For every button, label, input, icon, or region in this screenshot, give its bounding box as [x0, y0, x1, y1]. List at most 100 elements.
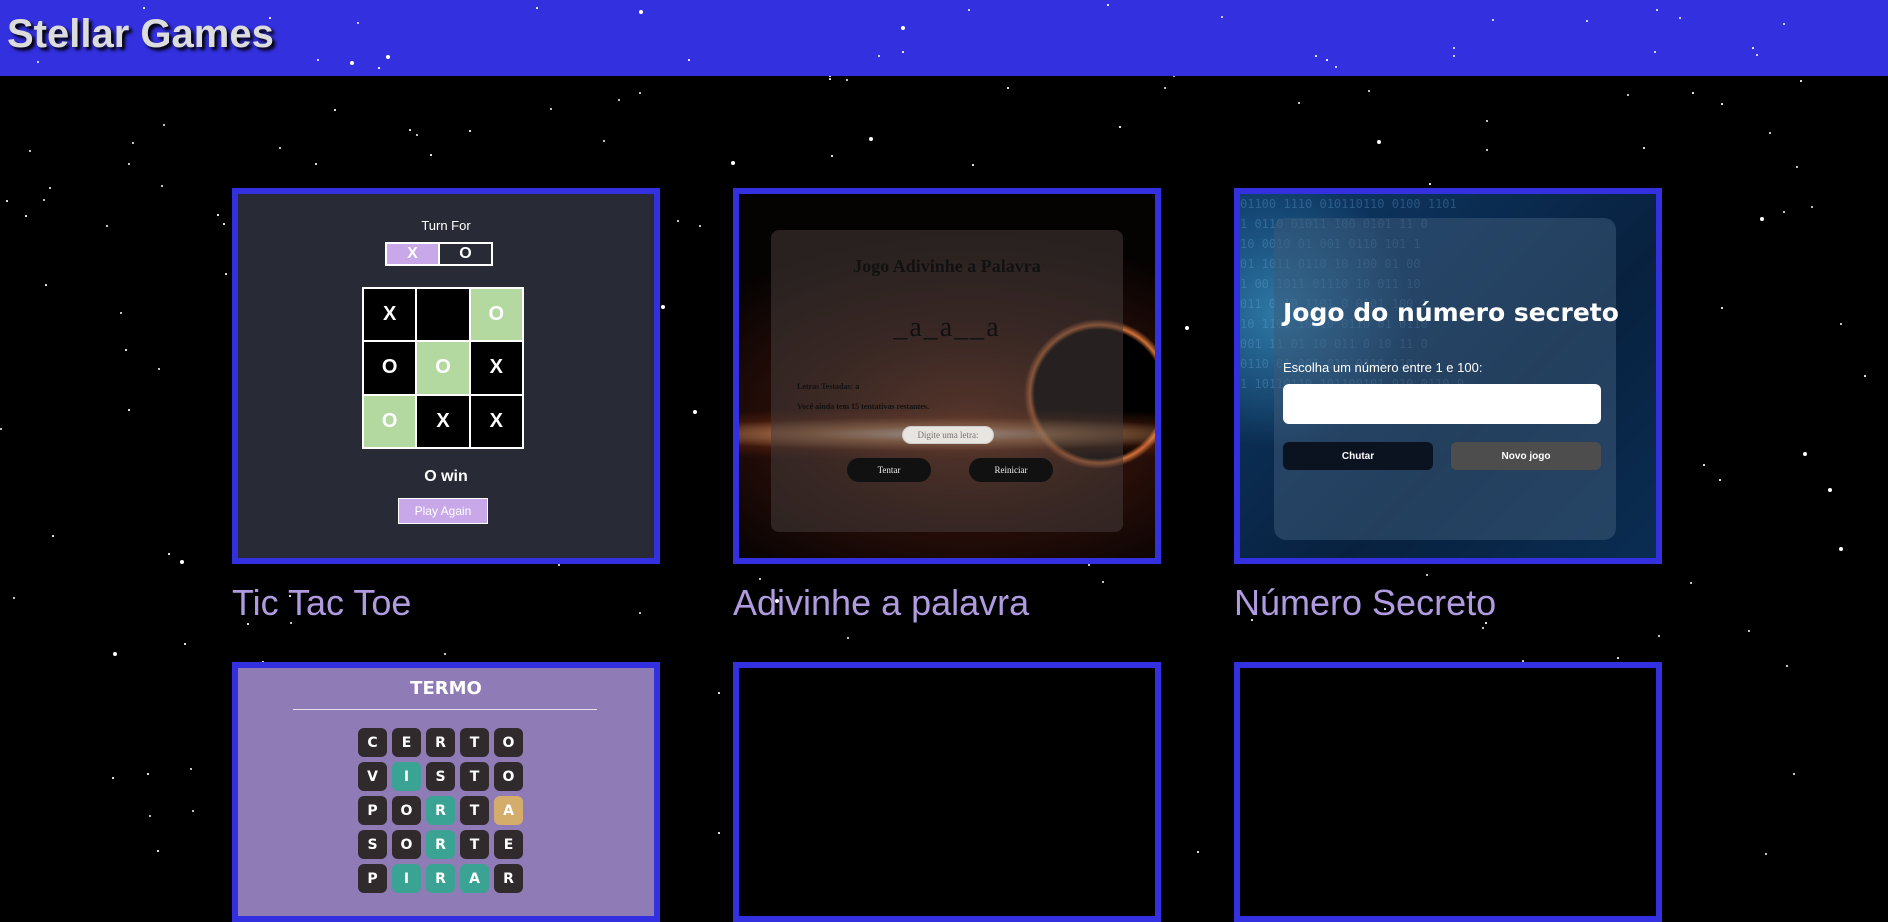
star — [378, 67, 380, 69]
star — [29, 150, 31, 152]
star — [1656, 9, 1658, 11]
star — [190, 768, 192, 770]
star — [1721, 307, 1723, 309]
star — [1839, 547, 1843, 551]
board-cell: X — [469, 341, 523, 395]
letter-tile: P — [358, 864, 387, 893]
letters-tried: Letras Testadas: a — [797, 382, 860, 391]
game-card-empty[interactable] — [733, 662, 1161, 922]
game-panel: Jogo Adivinhe a Palavra _a_a__a Letras T… — [771, 230, 1123, 532]
star — [618, 99, 620, 101]
star — [158, 368, 160, 370]
guess-prompt: Escolha um número entre 1 e 100: — [1283, 360, 1483, 375]
letter-tile: E — [392, 728, 421, 757]
letter-tile: T — [460, 796, 489, 825]
game-card-adivinhe-a-palavra[interactable]: Jogo Adivinhe a Palavra _a_a__a Letras T… — [733, 188, 1161, 564]
star — [469, 130, 471, 132]
board-cell: O — [363, 394, 417, 448]
star — [1643, 147, 1645, 149]
star — [1721, 103, 1723, 105]
star — [1107, 4, 1109, 6]
tic-tac-toe-board: XOOOXOXX — [362, 287, 524, 449]
letter-tile: I — [392, 864, 421, 893]
star — [536, 7, 538, 9]
game-card-empty[interactable] — [1234, 662, 1662, 922]
play-again-button: Play Again — [398, 498, 488, 524]
letter-input — [902, 426, 994, 444]
star — [1811, 206, 1813, 208]
star — [52, 535, 54, 537]
game-card-tic-tac-toe[interactable]: Turn For X O XOOOXOXX O win Play Again — [232, 188, 660, 564]
star — [444, 653, 446, 655]
turn-label: Turn For — [421, 218, 471, 233]
board-cell — [416, 288, 470, 342]
star — [143, 7, 145, 9]
star — [731, 161, 735, 165]
star — [163, 124, 165, 126]
tries-remaining: Você ainda tem 15 tentativas restantes. — [797, 402, 929, 411]
board-cell: O — [469, 288, 523, 342]
star — [120, 312, 122, 314]
star — [37, 61, 39, 63]
game-panel: Jogo do número secreto Escolha um número… — [1274, 218, 1619, 540]
star — [350, 61, 354, 65]
star — [1088, 564, 1090, 566]
hidden-word: _a_a__a — [893, 312, 1001, 343]
star — [1326, 59, 1328, 61]
star — [128, 163, 130, 165]
star — [1368, 90, 1370, 92]
star — [225, 273, 227, 275]
star — [1586, 20, 1588, 22]
star — [693, 410, 697, 414]
letter-tile: E — [494, 830, 523, 859]
letter-tile: O — [494, 728, 523, 757]
star — [1102, 581, 1104, 583]
star — [1803, 452, 1807, 456]
star — [1783, 211, 1785, 213]
star — [1752, 47, 1754, 49]
game-title-tic-tac-toe[interactable]: Tic Tac Toe — [232, 582, 411, 624]
star — [1429, 183, 1431, 185]
star — [315, 163, 317, 165]
star — [1492, 19, 1494, 21]
star — [180, 560, 184, 564]
star — [1658, 635, 1660, 637]
turn-x: X — [387, 244, 438, 264]
star — [718, 692, 720, 694]
star — [1769, 132, 1771, 134]
star — [688, 59, 690, 61]
star — [43, 199, 45, 201]
letter-tile: R — [426, 796, 455, 825]
game-heading: Jogo do número secreto — [1283, 298, 1619, 327]
star — [759, 578, 761, 580]
letter-tile: R — [426, 728, 455, 757]
star — [1679, 17, 1681, 19]
star — [558, 564, 560, 566]
star — [45, 284, 47, 286]
star — [25, 215, 27, 217]
star — [1335, 66, 1337, 68]
game-title-adivinhe-a-palavra[interactable]: Adivinhe a palavra — [733, 582, 1029, 624]
star — [1796, 166, 1798, 168]
star — [661, 305, 665, 309]
game-card-termo[interactable]: TERMO CERTOVISTOPORTASORTEPIRAR — [232, 662, 660, 922]
game-title-numero-secreto[interactable]: Número Secreto — [1234, 582, 1496, 624]
star — [1864, 375, 1866, 377]
termo-grid: CERTOVISTOPORTASORTEPIRAR — [358, 728, 523, 893]
letter-tile: P — [358, 796, 387, 825]
star — [1786, 665, 1788, 667]
star — [184, 643, 186, 645]
star — [0, 428, 2, 430]
restart-button: Reiniciar — [969, 458, 1053, 482]
new-game-button: Novo jogo — [1451, 442, 1601, 470]
star — [357, 22, 359, 24]
letter-tile: A — [494, 796, 523, 825]
star — [829, 78, 831, 80]
star — [603, 140, 605, 142]
star — [1828, 488, 1832, 492]
star — [1007, 87, 1009, 89]
game-card-numero-secreto[interactable]: 01100 1110 010110110 0100 1101 1 0110 01… — [1234, 188, 1662, 564]
letter-tile: R — [426, 830, 455, 859]
guess-input — [1283, 384, 1601, 424]
letter-tile: T — [460, 830, 489, 859]
